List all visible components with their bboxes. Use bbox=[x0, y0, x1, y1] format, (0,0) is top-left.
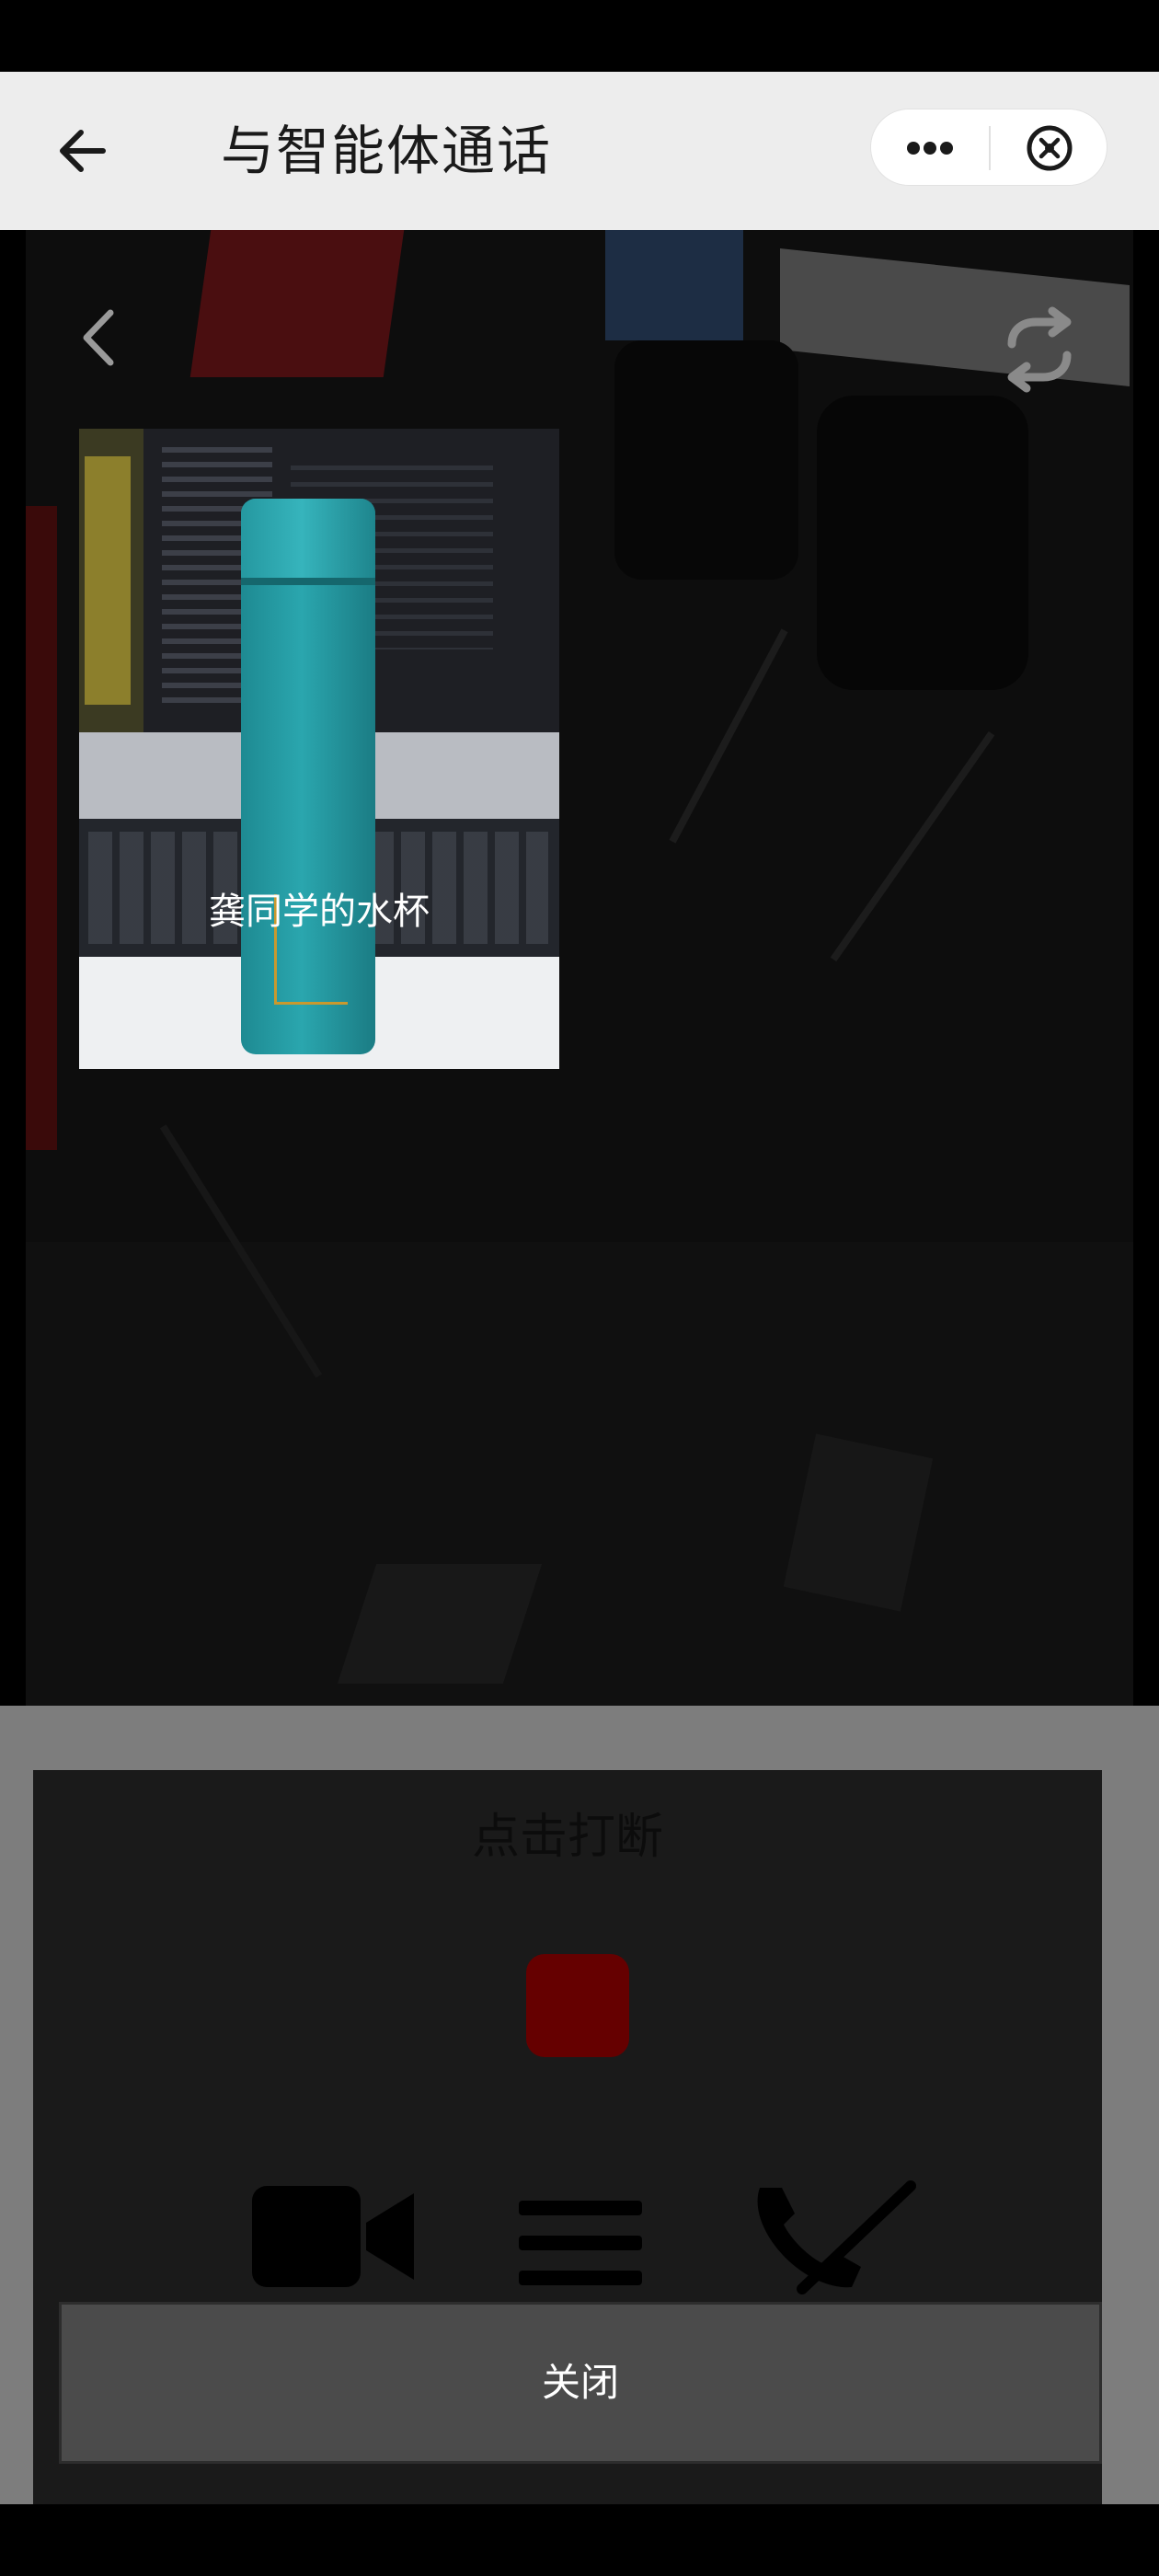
scene-chair-leg bbox=[830, 730, 995, 962]
scene-red-chair bbox=[189, 230, 405, 377]
arrow-left-icon bbox=[60, 130, 106, 172]
object-label: 龚同学的水杯 bbox=[209, 891, 430, 933]
photo-bottle-band bbox=[241, 578, 375, 585]
switch-camera-button[interactable] bbox=[993, 304, 1085, 396]
camera-prev-button[interactable] bbox=[72, 305, 127, 370]
status-bar bbox=[0, 0, 1159, 72]
photo-water-bottle bbox=[241, 499, 375, 1054]
more-button[interactable] bbox=[871, 109, 989, 187]
close-button-label: 关闭 bbox=[541, 2360, 619, 2405]
page-title: 与智能体通话 bbox=[221, 120, 553, 182]
scene-black-chair bbox=[817, 396, 1028, 690]
stop-button[interactable] bbox=[526, 1954, 629, 2057]
scene-black-chair bbox=[614, 340, 798, 580]
close-mini-program-button[interactable] bbox=[991, 109, 1108, 187]
video-camera-icon bbox=[252, 2186, 414, 2287]
close-button[interactable]: 关闭 bbox=[59, 2302, 1102, 2464]
recognized-object-photo bbox=[79, 429, 559, 1069]
screen: 与智能体通话 龚同学的水杯 点击打断 关闭 bbox=[0, 0, 1159, 2576]
capsule-menu bbox=[870, 109, 1107, 186]
hang-up-phone-icon bbox=[757, 2180, 916, 2294]
circle-close-icon bbox=[1027, 125, 1073, 171]
stop-square-icon bbox=[526, 1954, 629, 2057]
menu-button[interactable] bbox=[519, 2195, 642, 2287]
back-button[interactable] bbox=[48, 112, 125, 190]
photo-bottle-logo bbox=[285, 747, 350, 769]
photo-bottle-cap bbox=[241, 499, 375, 581]
switch-camera-icon bbox=[1007, 306, 1072, 393]
photo-second-monitor bbox=[79, 429, 143, 732]
photo-second-monitor-screen bbox=[85, 456, 131, 705]
nav-bar: 与智能体通话 bbox=[0, 72, 1159, 230]
scene-floor bbox=[26, 1242, 1133, 1706]
menu-icon bbox=[519, 2201, 642, 2285]
camera-toggle-button[interactable] bbox=[252, 2186, 414, 2287]
interrupt-hint[interactable]: 点击打断 bbox=[33, 1798, 1102, 1867]
chevron-left-icon bbox=[83, 309, 114, 366]
more-dots-icon bbox=[907, 142, 953, 155]
scene-blue-panel bbox=[605, 230, 743, 340]
scene-red-strip bbox=[26, 506, 57, 1150]
hang-up-button[interactable] bbox=[749, 2180, 920, 2294]
bottom-system-bar bbox=[0, 2504, 1159, 2576]
scene-chair-leg bbox=[669, 628, 788, 844]
